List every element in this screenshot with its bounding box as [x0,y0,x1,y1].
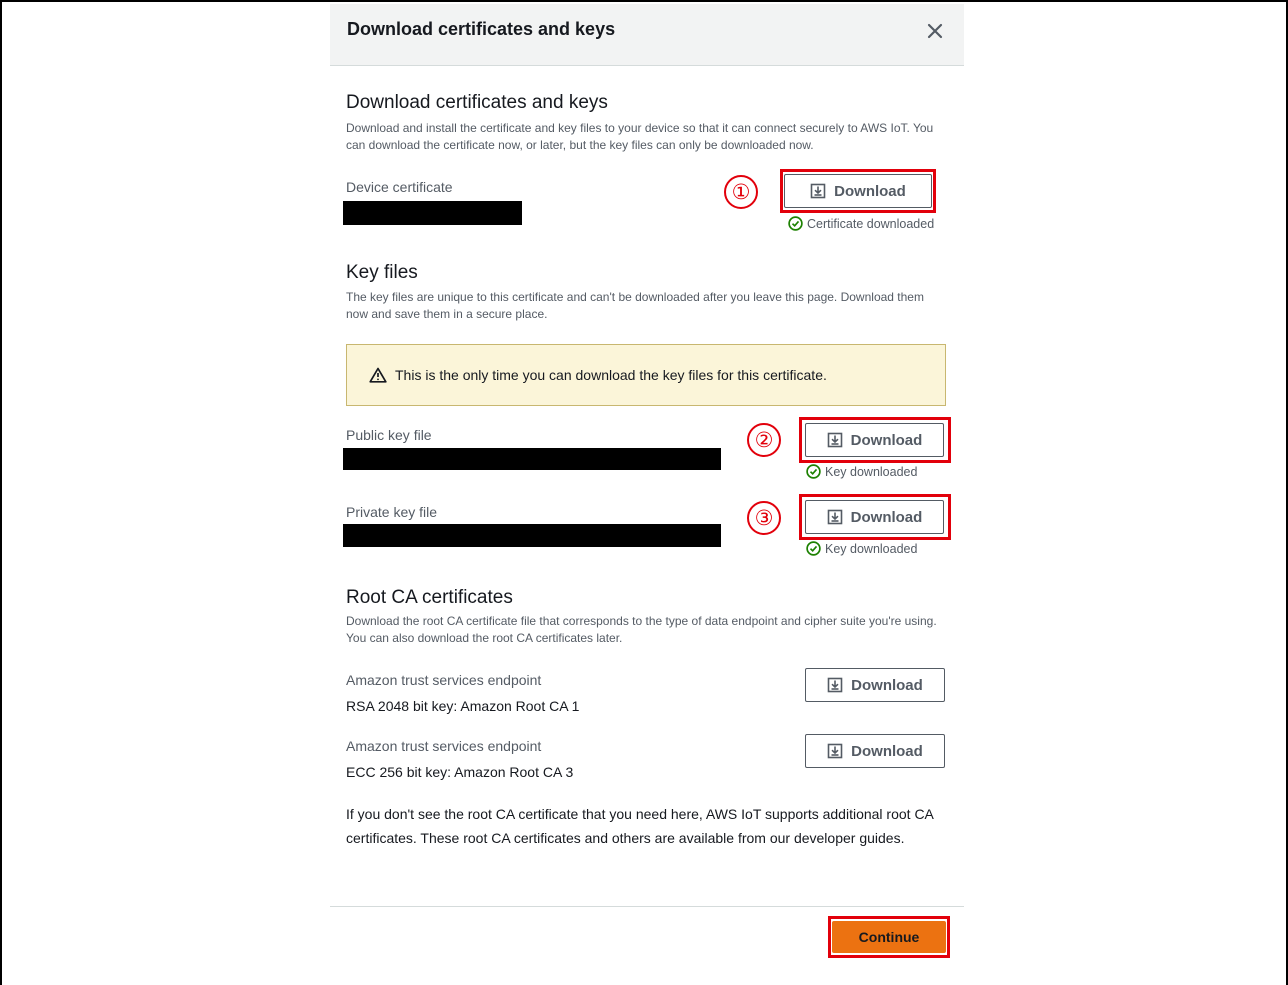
download-label: Download [850,431,923,449]
public-key-label: Public key file [346,427,432,443]
key-files-heading: Key files [346,262,418,283]
download-label: Download [850,508,923,526]
step-2-marker: ② [747,423,781,457]
root-ca-1-subtitle: RSA 2048 bit key: Amazon Root CA 1 [346,698,580,714]
download-label: Download [851,742,923,760]
download-root-ca-1-button[interactable]: Download [805,668,945,702]
key-files-description: The key files are unique to this certifi… [346,290,924,321]
download-private-key-button[interactable]: Download [805,500,944,534]
close-button[interactable] [922,18,948,44]
footer-divider [330,906,964,907]
download-public-key-button[interactable]: Download [805,423,944,457]
download-device-cert-button[interactable]: Download [784,174,932,208]
private-key-status-text: Key downloaded [825,541,918,556]
download-icon [827,509,842,525]
dialog-header: Download certificates and keys [330,4,964,66]
warning-icon [369,367,387,383]
success-check-icon [788,216,803,231]
download-label: Download [851,676,923,694]
step-3-marker: ③ [747,501,781,535]
root-ca-footnote: If you don't see the root CA certificate… [346,806,934,846]
root-ca-heading: Root CA certificates [346,587,513,608]
redacted-device-cert [343,201,522,225]
public-key-status-text: Key downloaded [825,464,918,479]
root-ca-3-subtitle: ECC 256 bit key: Amazon Root CA 3 [346,764,574,780]
download-icon [827,743,843,759]
cert-status: Certificate downloaded [788,216,934,231]
download-dialog: Download certificates and keys Download … [330,4,964,985]
dialog-title: Download certificates and keys [347,19,616,39]
close-icon [927,23,943,39]
device-cert-label: Device certificate [346,179,453,195]
download-icon [827,432,842,448]
success-check-icon [806,541,821,556]
cert-section-description: Download and install the certificate and… [346,121,934,152]
cert-status-text: Certificate downloaded [807,216,935,231]
warning-text: This is the only time you can download t… [395,367,827,383]
success-check-icon [806,464,821,479]
public-key-status: Key downloaded [806,464,917,479]
private-key-label: Private key file [346,504,438,520]
redacted-private-key [343,524,721,547]
download-root-ca-3-button[interactable]: Download [805,734,945,768]
root-ca-1-title: Amazon trust services endpoint [346,672,542,688]
cert-section-heading: Download certificates and keys [346,92,608,113]
continue-button[interactable]: Continue [832,921,946,953]
download-icon [810,183,826,199]
download-label: Download [834,182,906,200]
warning-alert: This is the only time you can download t… [346,344,946,406]
redacted-public-key [343,448,721,470]
step-1-marker: ① [724,175,758,209]
download-icon [827,677,843,693]
root-ca-description: Download the root CA certificate file th… [346,614,937,645]
private-key-status: Key downloaded [806,541,917,556]
root-ca-3-title: Amazon trust services endpoint [346,738,542,754]
